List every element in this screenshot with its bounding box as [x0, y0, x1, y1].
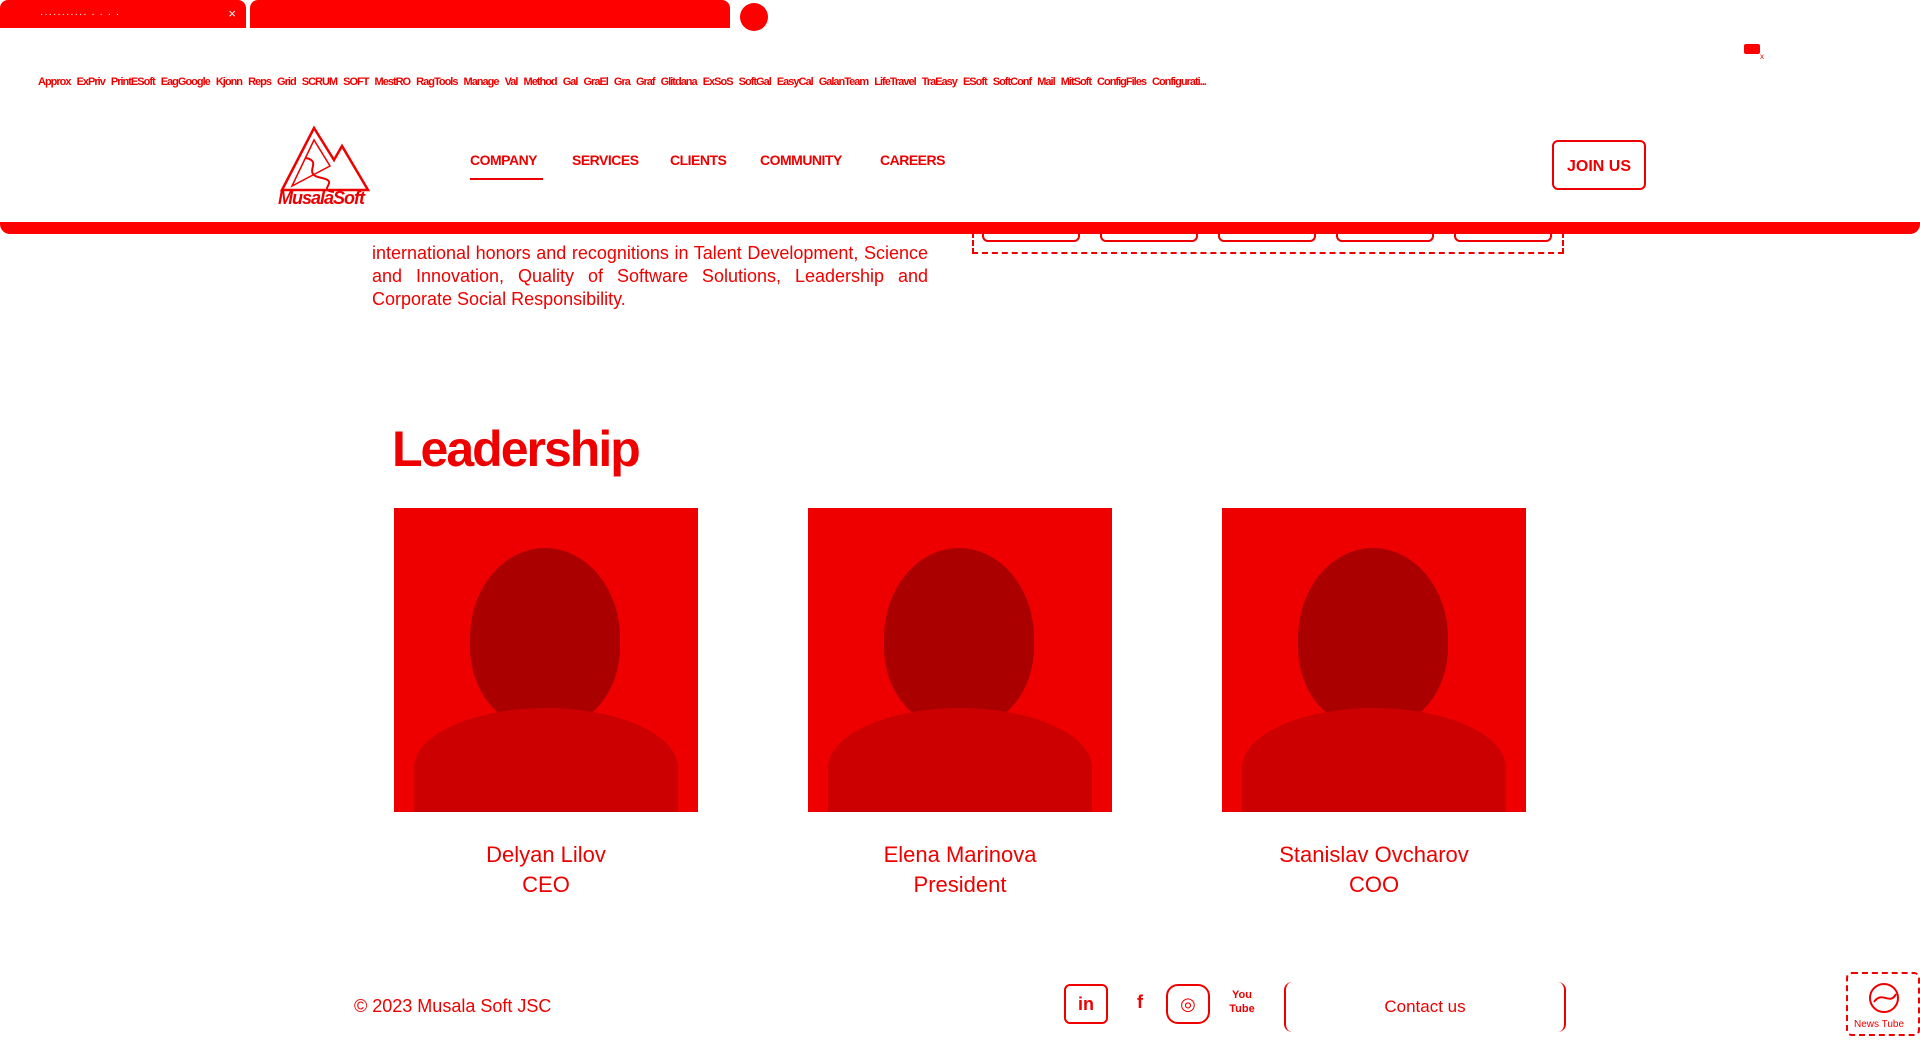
- person-name: Delyan Lilov: [486, 842, 606, 867]
- browser-tab-active[interactable]: ··········· · · · · ×: [0, 0, 246, 28]
- bookmark-item[interactable]: Approx: [38, 76, 71, 88]
- nav-active-underline: [470, 178, 543, 180]
- award-badge: [982, 232, 1080, 242]
- portrait-face: [470, 548, 620, 728]
- musala-logo[interactable]: MusalaSoft: [276, 114, 372, 210]
- person-photo: [808, 508, 1112, 812]
- person-role: President: [913, 872, 1007, 897]
- bookmark-item[interactable]: MitSoft: [1061, 76, 1092, 88]
- bookmark-item[interactable]: TraEasy: [922, 76, 958, 88]
- bookmark-item[interactable]: ExSoS: [703, 76, 734, 88]
- bookmark-item[interactable]: LifeTravel: [874, 76, 916, 88]
- bookmark-item[interactable]: EasyCal: [777, 76, 814, 88]
- bookmark-item[interactable]: Configurati...: [1152, 76, 1207, 88]
- bookmark-item[interactable]: SoftConf: [993, 76, 1032, 88]
- bookmark-item[interactable]: GraEl: [584, 76, 609, 88]
- tab-title: ··········· · · · ·: [40, 9, 121, 20]
- person-photo: [394, 508, 698, 812]
- logo-wordmark: MusalaSoft: [278, 188, 365, 208]
- contact-us-button[interactable]: Contact us: [1284, 982, 1566, 1032]
- news-widget[interactable]: News Tube: [1846, 972, 1920, 1036]
- bookmark-item[interactable]: Gal: [563, 76, 579, 88]
- portrait-face: [884, 548, 1034, 728]
- extension-badge: x: [1760, 52, 1764, 61]
- award-badge: [1454, 232, 1552, 242]
- instagram-icon[interactable]: ◎: [1166, 984, 1210, 1024]
- bookmark-item[interactable]: MestRO: [375, 76, 412, 88]
- new-tab-button[interactable]: [740, 3, 768, 31]
- browser-tab[interactable]: [250, 0, 730, 28]
- about-paragraph: international honors and recognitions in…: [372, 243, 928, 309]
- bookmark-item[interactable]: Grid: [277, 76, 297, 88]
- linkedin-icon[interactable]: in: [1064, 984, 1108, 1024]
- extension-icon[interactable]: [1744, 44, 1760, 54]
- bookmark-item[interactable]: SoftGal: [739, 76, 772, 88]
- bookmark-item[interactable]: RagTools: [416, 76, 458, 88]
- bookmark-item[interactable]: Method: [524, 76, 558, 88]
- bookmark-item[interactable]: Glitdana: [661, 76, 698, 88]
- bookmark-item[interactable]: GalanTeam: [819, 76, 869, 88]
- youtube-icon[interactable]: You Tube: [1220, 984, 1264, 1024]
- portrait-body: [828, 708, 1092, 812]
- portrait-body: [414, 708, 678, 812]
- browser-tab-strip: ··········· · · · · ×: [0, 0, 1920, 31]
- bookmark-item[interactable]: Reps: [248, 76, 272, 88]
- bookmark-item[interactable]: Graf: [636, 76, 656, 88]
- portrait-face: [1298, 548, 1448, 728]
- awards-strip: [972, 232, 1564, 254]
- bookmark-item[interactable]: SCRUM: [302, 76, 338, 88]
- person-role: COO: [1348, 872, 1400, 897]
- bookmark-item[interactable]: Val: [505, 76, 519, 88]
- bookmark-item[interactable]: Gra: [614, 76, 631, 88]
- bookmark-item[interactable]: ESoft: [963, 76, 988, 88]
- widget-label: News Tube: [1854, 1019, 1905, 1030]
- award-badge: [1218, 232, 1316, 242]
- join-us-button[interactable]: JOIN US: [1552, 140, 1646, 190]
- bookmark-item[interactable]: SOFT: [343, 76, 369, 88]
- bookmarks-bar: Approx ExPriv PrintESoft EagGoogle Kjonn…: [38, 76, 1210, 94]
- nav-clients[interactable]: CLIENTS: [670, 152, 727, 168]
- bookmark-item[interactable]: Mail: [1037, 76, 1055, 88]
- portrait-body: [1242, 708, 1506, 812]
- nav-services[interactable]: SERVICES: [572, 152, 639, 168]
- person-name: Stanislav Ovcharov: [1279, 842, 1469, 867]
- tab-close-icon[interactable]: ×: [228, 6, 236, 21]
- award-badge: [1336, 232, 1434, 242]
- nav-community[interactable]: COMMUNITY: [760, 152, 842, 168]
- bookmark-item[interactable]: Kjonn: [216, 76, 243, 88]
- person-photo: [1222, 508, 1526, 812]
- nav-company[interactable]: COMPANY: [470, 152, 538, 168]
- header-bottom-bar: [0, 222, 1920, 234]
- widget-logo-icon: [1869, 983, 1899, 1013]
- bookmark-item[interactable]: ExPriv: [77, 76, 106, 88]
- nav-careers[interactable]: CAREERS: [880, 152, 945, 168]
- leadership-heading: Leadership: [392, 421, 641, 477]
- bookmark-item[interactable]: Manage: [464, 76, 500, 88]
- award-badge: [1100, 232, 1198, 242]
- person-name: Elena Marinova: [883, 842, 1037, 867]
- person-role: CEO: [522, 872, 570, 897]
- bookmark-item[interactable]: PrintESoft: [111, 76, 156, 88]
- copyright-text: © 2023 Musala Soft JSC: [354, 996, 552, 1016]
- bookmark-item[interactable]: EagGoogle: [161, 76, 211, 88]
- facebook-icon[interactable]: f: [1118, 984, 1162, 1024]
- bookmark-item[interactable]: ConfigFiles: [1097, 76, 1147, 88]
